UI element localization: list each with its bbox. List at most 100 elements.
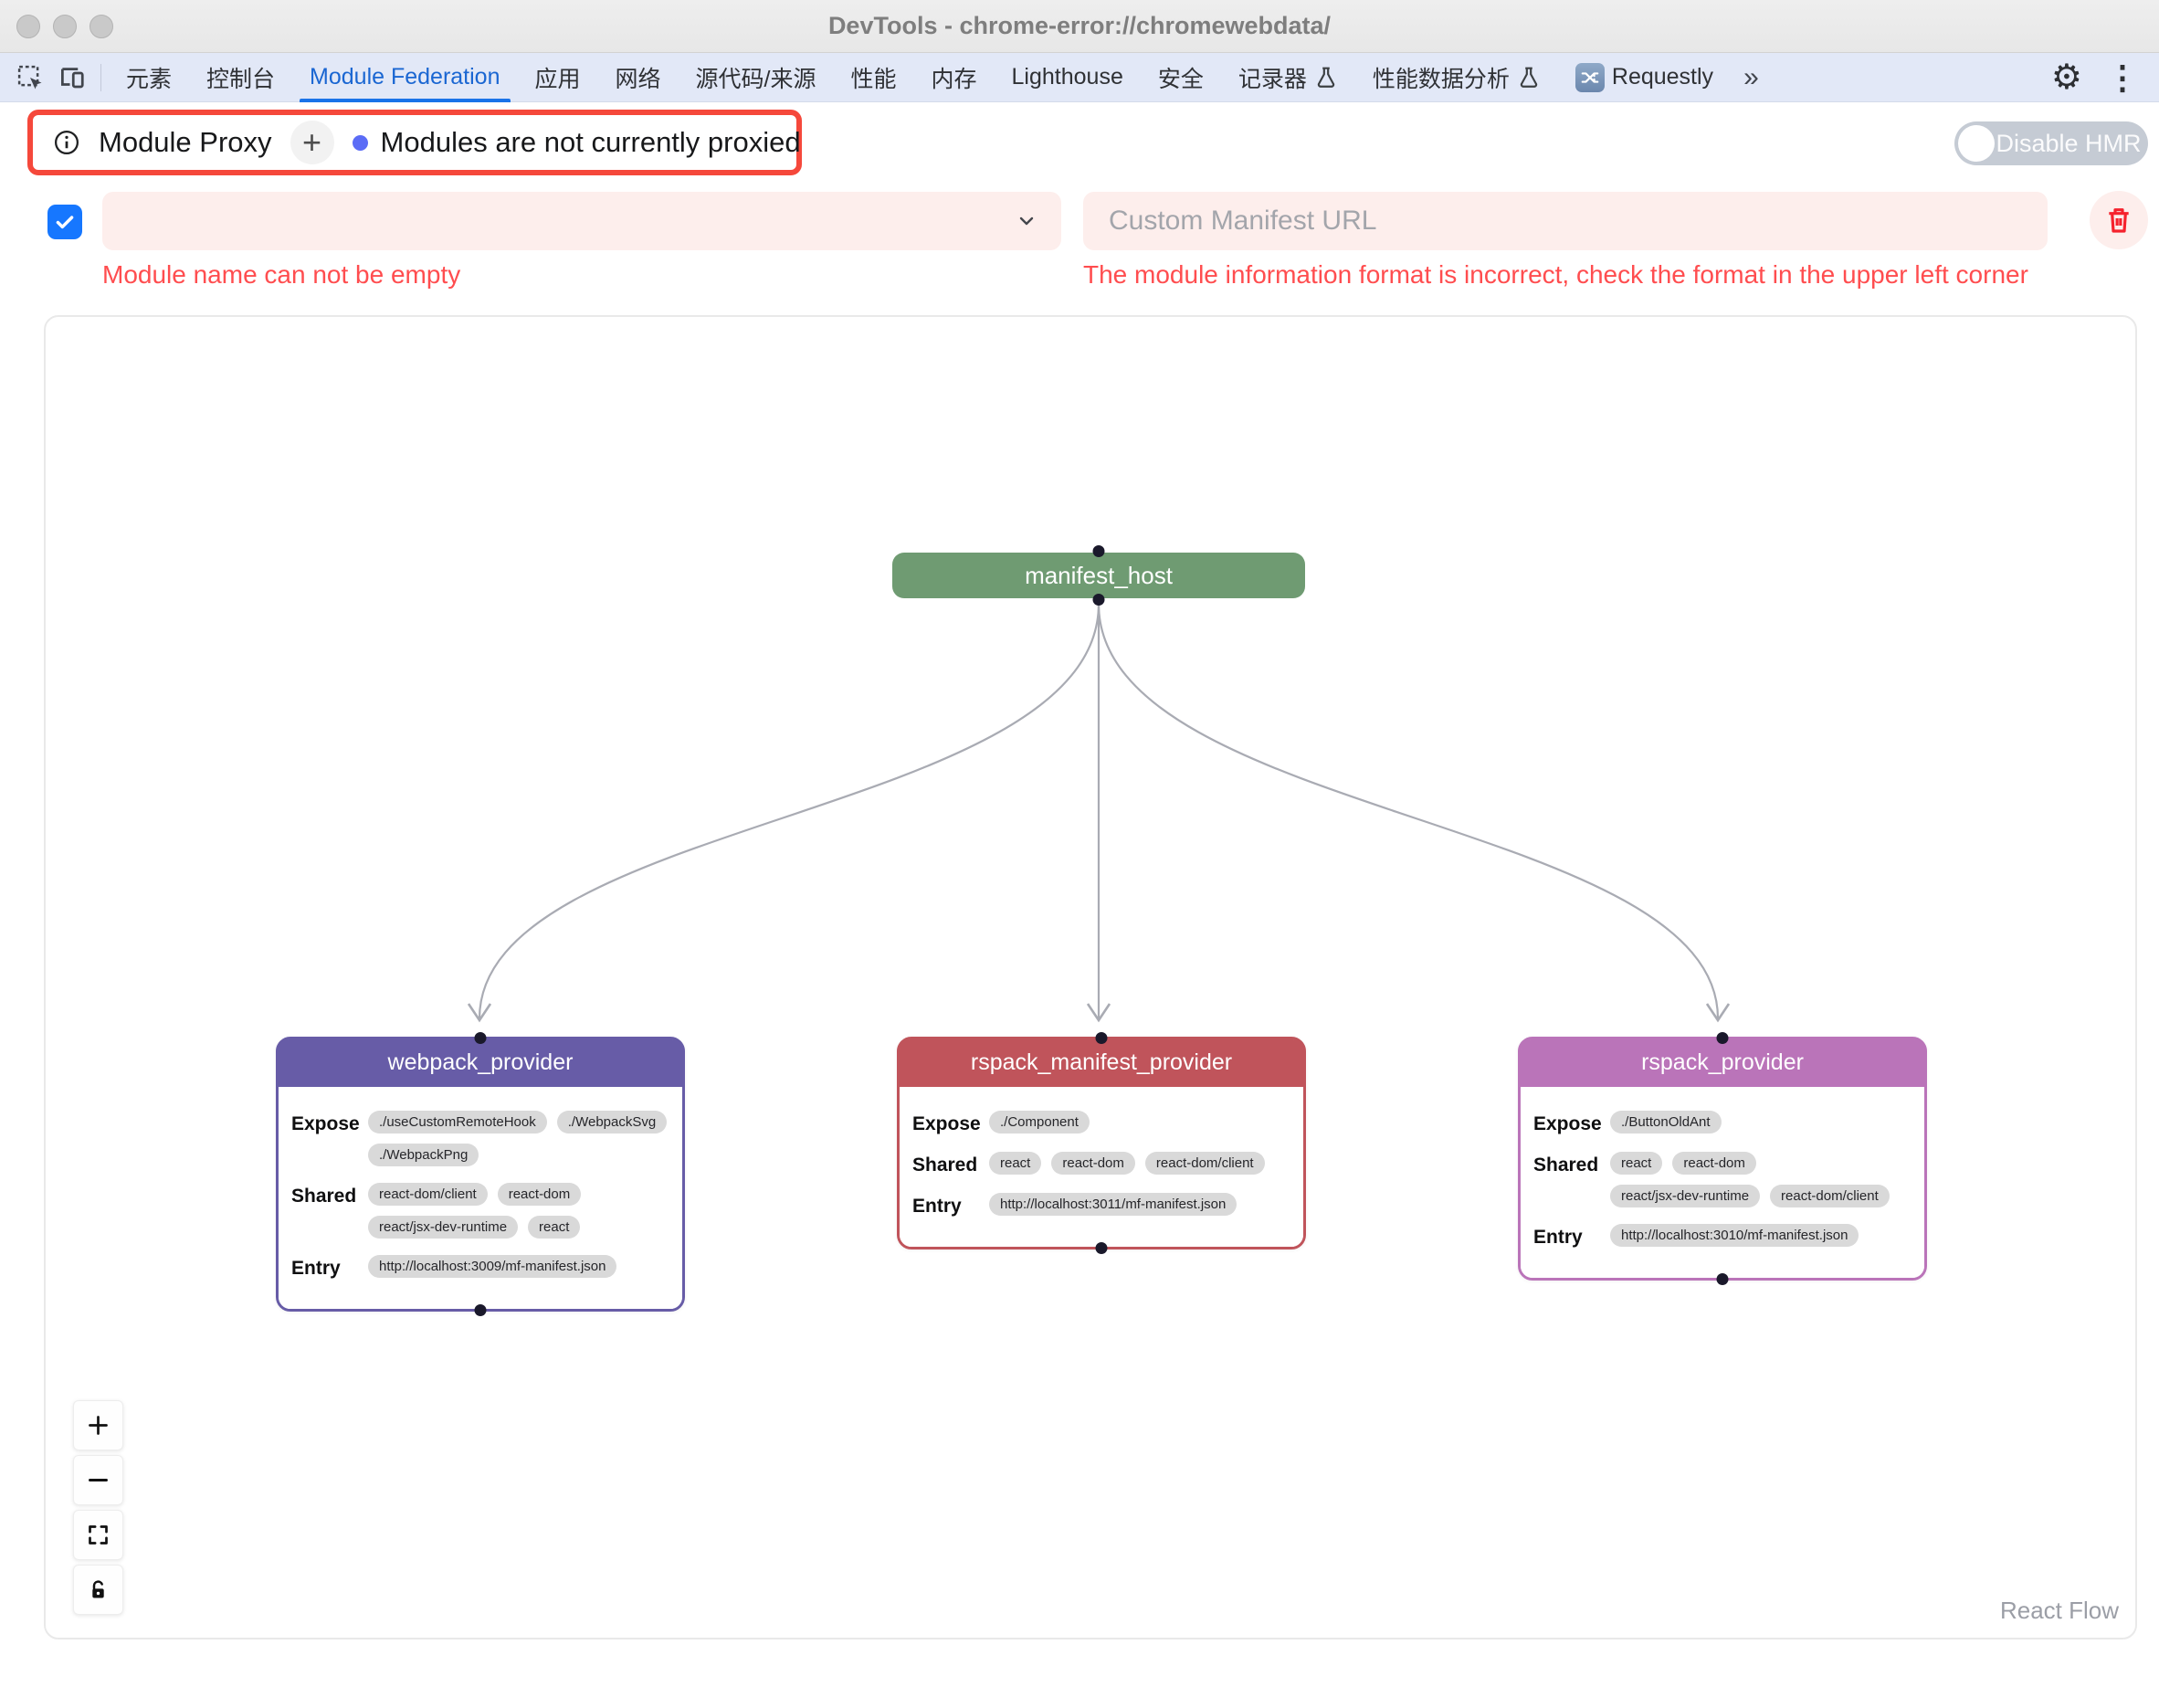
tab-sources[interactable]: 源代码/来源 — [679, 53, 834, 102]
shared-item: react-dom — [1051, 1152, 1135, 1175]
entry-row: Entry http://localhost:3010/mf-manifest.… — [1521, 1224, 1924, 1249]
shared-row: Shared react react-dom react/jsx-dev-run… — [1521, 1152, 1924, 1207]
custom-manifest-url-input[interactable] — [1083, 192, 2048, 250]
shared-item: react-dom/client — [1145, 1152, 1265, 1175]
edge-host-webpack — [479, 604, 1099, 1018]
expose-row: Expose ./Component — [900, 1111, 1303, 1135]
shared-item: react/jsx-dev-runtime — [1610, 1185, 1760, 1207]
tab-performance-insights[interactable]: 性能数据分析 — [1355, 53, 1558, 102]
shared-item: react/jsx-dev-runtime — [368, 1216, 518, 1239]
kebab-menu-icon[interactable]: ⋮ — [2095, 58, 2150, 97]
gear-icon[interactable]: ⚙ — [2044, 60, 2090, 95]
toolbar-divider — [100, 64, 101, 91]
zoom-window-button[interactable] — [90, 15, 113, 38]
node-manifest-host[interactable]: manifest_host — [892, 553, 1305, 598]
shared-item: react — [1610, 1152, 1662, 1175]
tab-recorder[interactable]: 记录器 — [1221, 53, 1355, 102]
shared-item: react-dom/client — [1770, 1185, 1890, 1207]
node-rspack-provider[interactable]: rspack_provider Expose ./ButtonOldAnt Sh… — [1518, 1037, 1927, 1281]
module-proxy-section: Module Proxy + Modules are not currently… — [27, 110, 802, 175]
tab-module-federation[interactable]: Module Federation — [292, 53, 517, 102]
info-icon[interactable] — [53, 129, 80, 156]
shared-item: react — [528, 1216, 580, 1239]
edge-host-rspack — [1099, 604, 1718, 1018]
module-name-select[interactable] — [102, 192, 1061, 250]
expose-row: Expose ./ButtonOldAnt — [1521, 1111, 1924, 1135]
entry-url: http://localhost:3010/mf-manifest.json — [1610, 1224, 1859, 1247]
tab-lighthouse[interactable]: Lighthouse — [995, 53, 1141, 102]
fit-view-icon — [86, 1523, 111, 1547]
expose-item: ./WebpackPng — [368, 1144, 479, 1166]
expose-item: ./WebpackSvg — [557, 1111, 667, 1133]
toggle-label: Disable HMR — [1995, 130, 2148, 158]
tab-application[interactable]: 应用 — [518, 53, 598, 102]
node-handle[interactable] — [1717, 1273, 1729, 1285]
devtools-tabs: 元素 控制台 Module Federation 应用 网络 源代码/来源 性能… — [109, 53, 2044, 102]
shared-row: Shared react-dom/client react-dom react/… — [279, 1183, 682, 1239]
tab-memory[interactable]: 内存 — [914, 53, 995, 102]
entry-row: Entry http://localhost:3011/mf-manifest.… — [900, 1193, 1303, 1218]
delete-module-button[interactable] — [2090, 191, 2148, 249]
device-toolbar-icon[interactable] — [51, 58, 93, 98]
add-proxy-button[interactable]: + — [290, 121, 334, 164]
inspect-element-icon[interactable] — [9, 58, 51, 98]
node-handle[interactable] — [1093, 594, 1105, 606]
module-graph-panel: manifest_host webpack_provider Expose ./… — [44, 315, 2137, 1639]
close-window-button[interactable] — [16, 15, 40, 38]
disable-hmr-toggle[interactable]: Disable HMR — [1954, 121, 2148, 165]
window-titlebar: DevTools - chrome-error://chromewebdata/ — [0, 0, 2159, 53]
shared-item: react-dom — [498, 1183, 582, 1206]
window-title: DevTools - chrome-error://chromewebdata/ — [0, 12, 2159, 40]
proxy-status-text: Modules are not currently proxied — [381, 126, 801, 159]
entry-url: http://localhost:3011/mf-manifest.json — [989, 1193, 1237, 1216]
react-flow-attribution[interactable]: React Flow — [2000, 1597, 2119, 1625]
tab-performance[interactable]: 性能 — [833, 53, 913, 102]
expose-item: ./useCustomRemoteHook — [368, 1111, 547, 1133]
node-handle[interactable] — [1096, 1242, 1108, 1254]
expose-row: Expose ./useCustomRemoteHook ./WebpackSv… — [279, 1111, 682, 1166]
tab-network[interactable]: 网络 — [598, 53, 679, 102]
traffic-lights — [16, 15, 113, 38]
toggle-interactivity-button[interactable] — [73, 1565, 123, 1615]
entry-url: http://localhost:3009/mf-manifest.json — [368, 1255, 616, 1278]
node-title: rspack_provider — [1521, 1039, 1924, 1087]
node-title: manifest_host — [1025, 562, 1173, 590]
node-handle[interactable] — [1717, 1032, 1729, 1044]
node-title: webpack_provider — [279, 1039, 682, 1087]
node-handle[interactable] — [1096, 1032, 1108, 1044]
node-handle[interactable] — [475, 1304, 487, 1316]
minimize-window-button[interactable] — [53, 15, 77, 38]
chevron-down-icon — [1016, 210, 1037, 232]
experiment-flask-icon — [1314, 66, 1338, 90]
zoom-in-button[interactable] — [73, 1400, 123, 1450]
node-handle[interactable] — [475, 1032, 487, 1044]
module-proxy-title: Module Proxy — [99, 126, 272, 159]
tab-console[interactable]: 控制台 — [189, 53, 292, 102]
unlock-icon — [86, 1577, 111, 1602]
toolbar-right: ⚙ ⋮ — [2044, 58, 2150, 97]
toggle-knob — [1958, 125, 1995, 162]
fit-view-button[interactable] — [73, 1510, 123, 1560]
entry-row: Entry http://localhost:3009/mf-manifest.… — [279, 1255, 682, 1280]
more-tabs-button[interactable]: » — [1731, 62, 1772, 93]
shared-row: Shared react react-dom react-dom/client — [900, 1152, 1303, 1176]
graph-edges — [46, 317, 2137, 1639]
experiment-flask-icon — [1517, 66, 1541, 90]
module-enabled-checkbox[interactable] — [47, 205, 82, 239]
proxy-status: Modules are not currently proxied — [353, 126, 801, 159]
zoom-out-button[interactable] — [73, 1455, 123, 1505]
devtools-toolbar: 元素 控制台 Module Federation 应用 网络 源代码/来源 性能… — [0, 53, 2159, 102]
node-webpack-provider[interactable]: webpack_provider Expose ./useCustomRemot… — [276, 1037, 685, 1312]
tab-security[interactable]: 安全 — [1141, 53, 1221, 102]
node-rspack-manifest-provider[interactable]: rspack_manifest_provider Expose ./Compon… — [897, 1037, 1306, 1249]
status-dot-icon — [353, 135, 368, 151]
check-icon — [53, 210, 77, 234]
node-handle[interactable] — [1093, 545, 1105, 557]
tab-requestly[interactable]: Requestly — [1558, 53, 1731, 102]
minus-icon — [86, 1468, 111, 1492]
expose-item: ./Component — [989, 1111, 1090, 1133]
shared-item: react — [989, 1152, 1041, 1175]
tab-elements[interactable]: 元素 — [109, 53, 189, 102]
plus-icon — [86, 1413, 111, 1438]
requestly-shuffle-icon — [1575, 63, 1605, 92]
